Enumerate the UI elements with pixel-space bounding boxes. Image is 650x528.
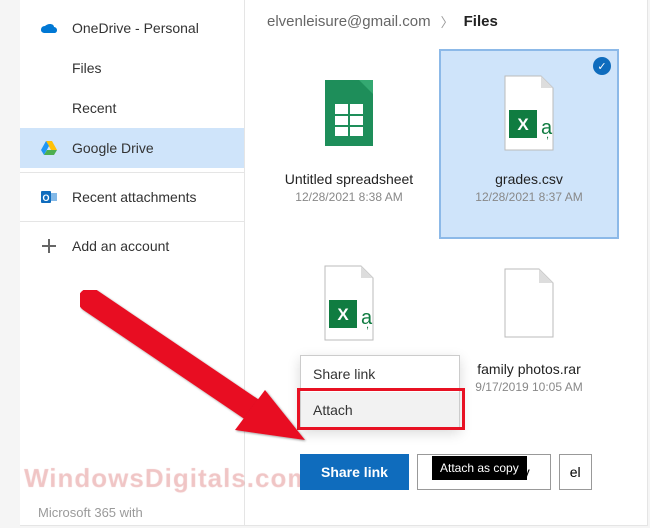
file-tile[interactable]: ✓ X a , grades.csv 12/28/2021 8:37 AM [439,49,619,239]
plus-icon [40,237,58,255]
tooltip: Attach as copy [432,456,527,480]
svg-text:O: O [42,193,49,203]
sidebar-item-google-drive[interactable]: Google Drive [20,128,244,168]
sidebar: OneDrive - Personal Files Recent Google … [20,0,245,525]
sidebar-item-files[interactable]: Files [20,48,244,88]
breadcrumb-email[interactable]: elvenleisure@gmail.com [267,13,431,30]
spreadsheet-icon [314,69,384,157]
file-tile[interactable]: Untitled spreadsheet 12/28/2021 8:38 AM [259,49,439,239]
context-menu-attach[interactable]: Attach [301,392,459,428]
main-area: elvenleisure@gmail.com 〉 Files [245,0,647,525]
divider [20,221,244,222]
breadcrumb-current: Files [464,13,498,30]
svg-text:X: X [337,305,349,324]
divider [20,172,244,173]
outlook-icon: O [40,188,58,206]
sidebar-label: OneDrive - Personal [72,20,199,36]
svg-text:,: , [546,129,549,141]
file-date: 12/28/2021 8:37 AM [475,190,582,204]
attach-file-dialog: OneDrive - Personal Files Recent Google … [20,0,648,526]
sidebar-label: Google Drive [72,140,154,156]
sidebar-item-recent[interactable]: Recent [20,88,244,128]
csv-icon: X a , [494,69,564,157]
file-icon [494,259,564,347]
onedrive-icon [40,19,58,37]
file-name: grades.csv [495,171,563,187]
breadcrumb: elvenleisure@gmail.com 〉 Files [259,12,633,31]
watermark: WindowsDigitals.com [24,463,311,494]
file-tile[interactable]: family photos.rar 9/17/2019 10:05 AM [439,239,619,429]
csv-icon: X a , [314,259,384,347]
file-name: family photos.rar [477,361,580,377]
sidebar-item-add-account[interactable]: Add an account [20,226,244,266]
file-date: 12/28/2021 8:38 AM [295,190,402,204]
svg-text:X: X [517,115,529,134]
check-icon: ✓ [593,57,611,75]
context-menu-share-link[interactable]: Share link [301,356,459,392]
background-text: Microsoft 365 with [38,505,143,520]
sidebar-label: Recent [72,100,116,116]
sidebar-item-recent-attachments[interactable]: O Recent attachments [20,177,244,217]
share-link-button[interactable]: Share link [300,454,409,490]
cancel-button[interactable]: el [559,454,592,490]
svg-text:,: , [366,319,369,331]
sidebar-label: Files [72,60,102,76]
google-drive-icon [40,139,58,157]
sidebar-label: Add an account [72,238,169,254]
sidebar-label: Recent attachments [72,189,197,205]
file-name: Untitled spreadsheet [285,171,413,187]
chevron-right-icon: 〉 [441,12,454,31]
sidebar-item-onedrive[interactable]: OneDrive - Personal [20,8,244,48]
context-menu: Share link Attach [300,355,460,429]
file-date: 9/17/2019 10:05 AM [475,380,582,394]
